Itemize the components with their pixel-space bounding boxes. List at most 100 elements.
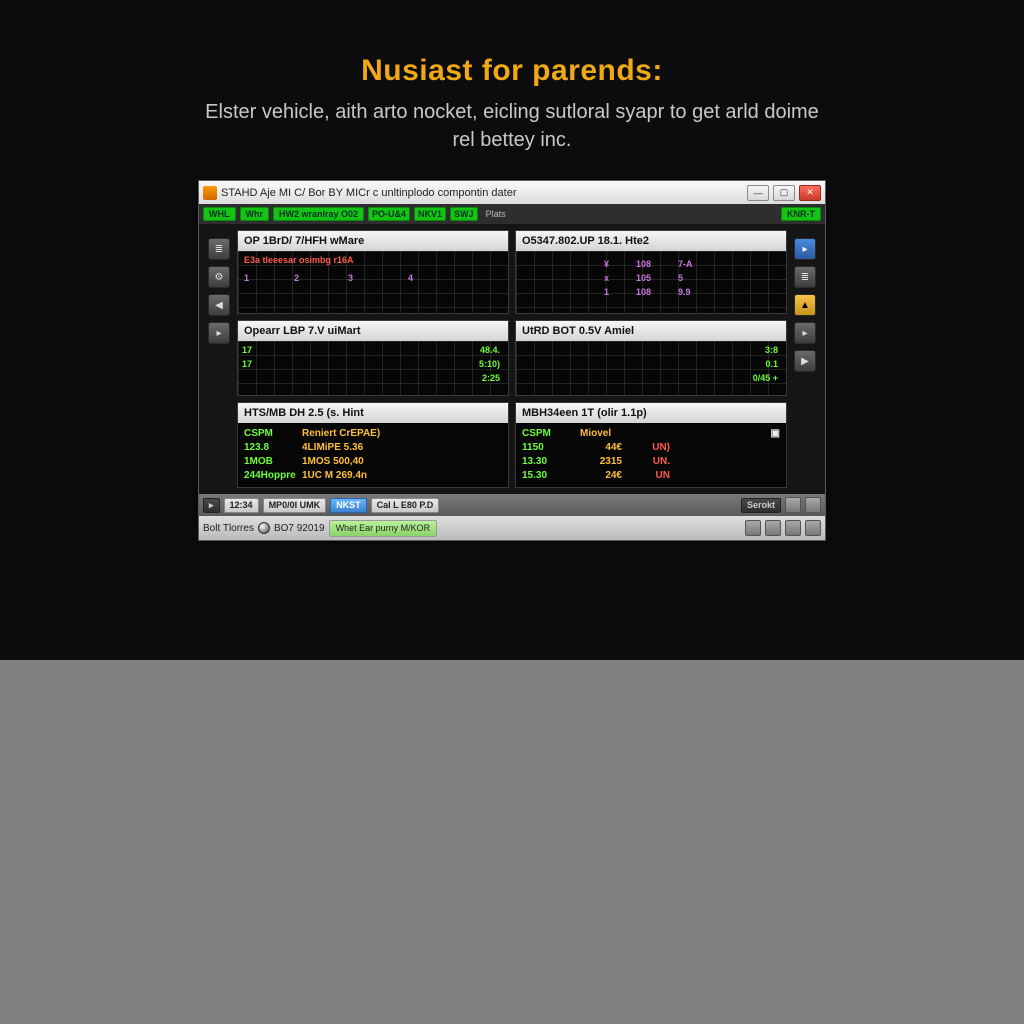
work-area: ≣ ⚙ ◀ ▸ OP 1BrD/ 7/HFH wMare E3a tleeesa…	[199, 224, 825, 494]
panel-5: HTS/MB DH 2.5 (s. Hint CSPM Reniert CrEPA…	[237, 402, 509, 488]
panel-2-val: 108	[636, 259, 651, 269]
panel-1-tick: 1	[244, 273, 249, 283]
p5-cell: 1MOS 500,40	[302, 456, 502, 467]
panel-4-val: 0.1	[765, 359, 778, 369]
taskbar-rec: BO7 92019	[274, 523, 325, 534]
p6-cell: UN.	[628, 456, 670, 467]
maximize-button[interactable]: ▢	[773, 185, 795, 201]
panel-2-val: 105	[636, 273, 651, 283]
gear-icon[interactable]: ⚙	[208, 266, 230, 288]
panel-2-val: ¥	[604, 259, 609, 269]
toolbar-label: Plats	[486, 209, 506, 219]
toolbar-chip-right[interactable]: KNR-T	[781, 207, 821, 221]
bar-icon[interactable]: ≣	[208, 238, 230, 260]
tray-icon[interactable]	[785, 520, 801, 536]
panel-3-left: 17	[242, 345, 252, 355]
toolbar-chip[interactable]: SWJ	[450, 207, 478, 221]
toolbar-chip[interactable]: HW2 wranlray O02	[273, 207, 364, 221]
panel-1-error: E3a tleeesar osimbg r16A	[244, 255, 354, 265]
taskbar-active-app[interactable]: Whet Ear purny M/KOR	[329, 520, 438, 537]
p5-cell: Reniert CrEPAE)	[302, 428, 502, 439]
status-item[interactable]: Cal L E80 P.D	[371, 498, 440, 513]
p6-cell: 1150	[522, 442, 574, 453]
status-time: 12:34	[224, 498, 259, 513]
panel-2-val: 1	[604, 287, 609, 297]
panel-3-header: Opearr LBP 7.V uiMart	[238, 321, 508, 341]
status-icon[interactable]	[805, 497, 821, 513]
panel-3-val: 2:25	[482, 373, 500, 383]
panel-3-val: 48.4.	[480, 345, 500, 355]
panel-1: OP 1BrD/ 7/HFH wMare E3a tleeesar osimbg…	[237, 230, 509, 314]
app-icon	[203, 186, 217, 200]
minimize-button[interactable]: —	[747, 185, 769, 201]
panel-1-tick: 4	[408, 273, 413, 283]
panel-3: Opearr LBP 7.V uiMart 17 17 48.4. 5:10) …	[237, 320, 509, 396]
status-icon[interactable]	[785, 497, 801, 513]
p6-cell: 13.30	[522, 456, 574, 467]
p6-cell: 44€	[580, 442, 622, 453]
panel-5-header: HTS/MB DH 2.5 (s. Hint	[238, 403, 508, 423]
p6-cell: UN	[628, 470, 670, 481]
p5-cell: CSPM	[244, 428, 296, 439]
tag-icon[interactable]: ▸	[794, 322, 816, 344]
status-mode[interactable]: NKST	[330, 498, 367, 513]
taskbar-label: Bolt Tlorres	[203, 523, 254, 534]
panel-6-header: MBH34een 1T (olir 1.1p)	[516, 403, 786, 423]
p5-cell: 1UC M 269.4n	[302, 470, 502, 481]
tray-icon[interactable]	[745, 520, 761, 536]
right-tool-column: ▸ ≣ ▲ ▸ ▶	[791, 230, 819, 488]
taskbar: Bolt Tlorres BO7 92019 Whet Ear purny M/…	[199, 516, 825, 540]
panel-4-val: 0/45 +	[753, 373, 778, 383]
tag-blue-icon[interactable]: ▸	[794, 238, 816, 260]
toolbar-chip[interactable]: WHL	[203, 207, 236, 221]
panel-6: MBH34een 1T (olir 1.1p) CSPM Miovel ▣ 1150…	[515, 402, 787, 488]
toolbar-chip[interactable]: Whr	[240, 207, 270, 221]
left-arrow-icon[interactable]: ◀	[208, 294, 230, 316]
panel-4: UtRD BOT 0.5V Amiel 3:8 0.1 0/45 +	[515, 320, 787, 396]
close-button[interactable]: ✕	[799, 185, 821, 201]
panel-3-left: 17	[242, 359, 252, 369]
panel-1-tick: 2	[294, 273, 299, 283]
panel-2-val: 5	[678, 273, 683, 283]
toolbar-chip[interactable]: NKV1	[414, 207, 446, 221]
page-footer-area	[0, 660, 1024, 1024]
p5-cell: 4LIMiPE 5.36	[302, 442, 502, 453]
tag-icon[interactable]: ▸	[208, 322, 230, 344]
panel-1-header: OP 1BrD/ 7/HFH wMare	[238, 231, 508, 251]
p5-cell: 123.8	[244, 442, 296, 453]
titlebar: STAHD Aje MI C/ Bor BY MICr c unltinplod…	[199, 181, 825, 204]
main-toolbar: WHL Whr HW2 wranlray O02 PO-U&4 NKV1 SWJ…	[199, 204, 825, 224]
p5-cell: 1MOB	[244, 456, 296, 467]
panel-4-header: UtRD BOT 0.5V Amiel	[516, 321, 786, 341]
panel-4-val: 3:8	[765, 345, 778, 355]
p6-cell: Miovel	[580, 428, 732, 439]
list-icon[interactable]: ≣	[794, 266, 816, 288]
panel-2-header: O5347.802.UP 18.1. Hte2	[516, 231, 786, 251]
right-arrow-icon[interactable]: ▶	[794, 350, 816, 372]
panel-2: O5347.802.UP 18.1. Hte2 ¥ 108 7-A x 105 …	[515, 230, 787, 314]
status-bar: ▸ 12:34 MP0/0I UMK NKST Cal L E80 P.D Se…	[199, 494, 825, 516]
panel-2-val: 7-A	[678, 259, 693, 269]
panel-1-tick: 3	[348, 273, 353, 283]
p6-cell: 24€	[580, 470, 622, 481]
window-title: STAHD Aje MI C/ Bor BY MICr c unltinplod…	[221, 187, 743, 199]
p6-cell: 15.30	[522, 470, 574, 481]
status-item[interactable]: Serokt	[741, 498, 781, 513]
tray-icon[interactable]	[765, 520, 781, 536]
record-icon[interactable]	[258, 522, 270, 534]
status-item[interactable]: ▸	[203, 498, 220, 513]
status-item[interactable]: MP0/0I UMK	[263, 498, 327, 513]
warn-icon[interactable]: ▲	[794, 294, 816, 316]
p6-cell: CSPM	[522, 428, 574, 439]
panel-2-val: 108	[636, 287, 651, 297]
page-subtext: Elster vehicle, aith arto nocket, eiclin…	[192, 98, 832, 154]
left-tool-column: ≣ ⚙ ◀ ▸	[205, 230, 233, 488]
tray-icon[interactable]	[805, 520, 821, 536]
page-headline: Nusiast for parends:	[361, 54, 663, 88]
p5-cell: 244Hoppre	[244, 470, 296, 481]
panel-2-val: 9.9	[678, 287, 691, 297]
p6-cell: 2315	[580, 456, 622, 467]
toolbar-chip[interactable]: PO-U&4	[368, 207, 410, 221]
app-window: STAHD Aje MI C/ Bor BY MICr c unltinplod…	[198, 180, 826, 541]
p6-cell: ▣	[738, 428, 780, 439]
